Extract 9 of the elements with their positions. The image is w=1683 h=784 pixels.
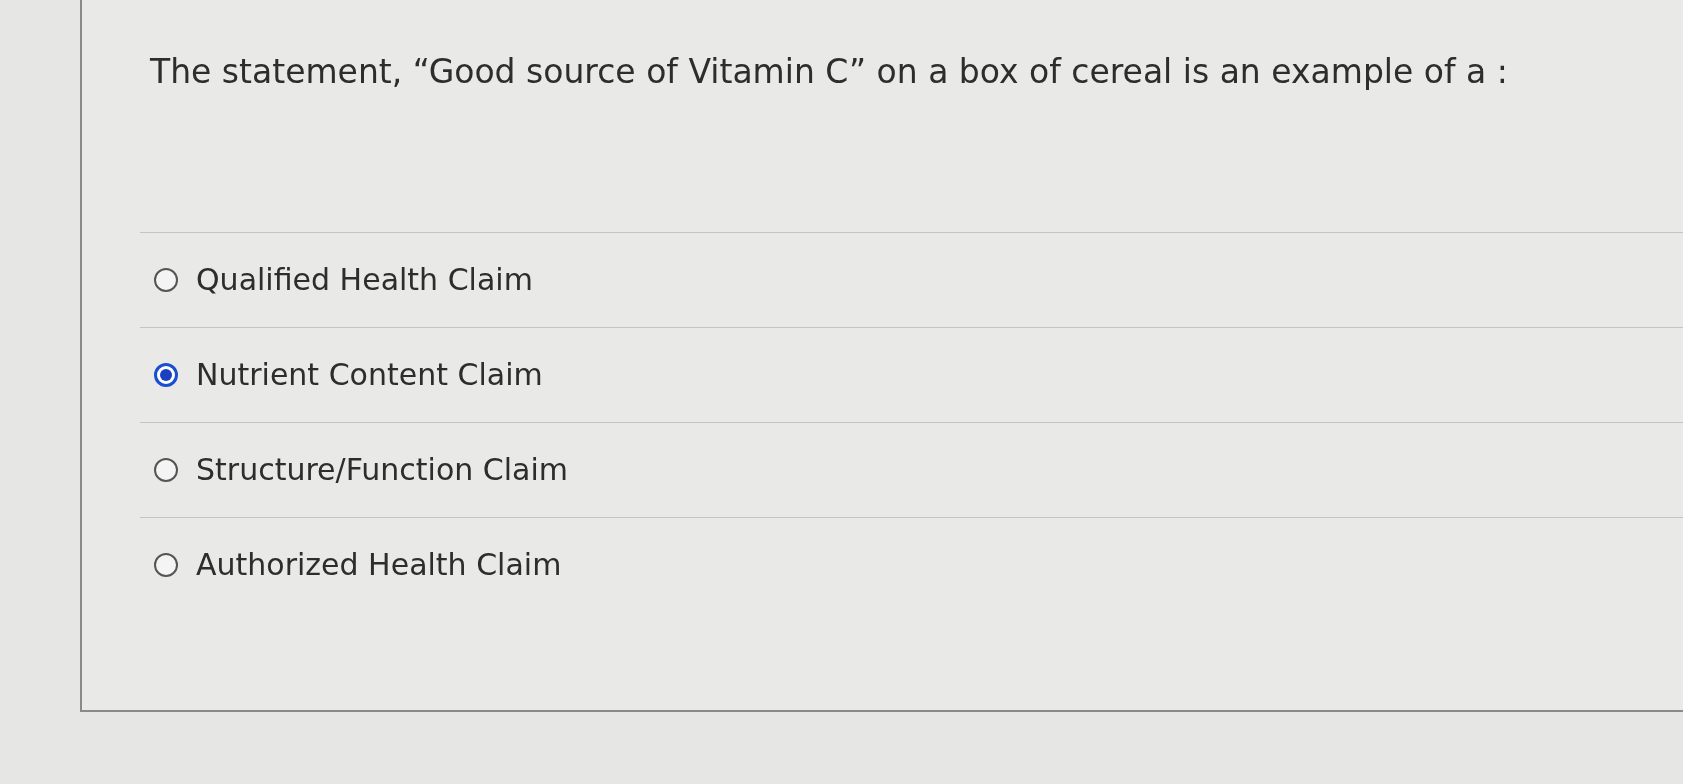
answer-option[interactable]: Qualified Health Claim <box>140 232 1683 327</box>
radio-button[interactable] <box>154 552 178 577</box>
radio-button[interactable] <box>154 267 178 292</box>
radio-button[interactable] <box>154 362 178 387</box>
radio-button[interactable] <box>154 457 178 482</box>
answer-option[interactable]: Structure/Function Claim <box>140 422 1683 517</box>
answer-option[interactable]: Nutrient Content Claim <box>140 327 1683 422</box>
question-text: The statement, “Good source of Vitamin C” on a box of cereal is an example of a : <box>150 52 1509 92</box>
answer-option[interactable]: Authorized Health Claim <box>140 517 1683 612</box>
